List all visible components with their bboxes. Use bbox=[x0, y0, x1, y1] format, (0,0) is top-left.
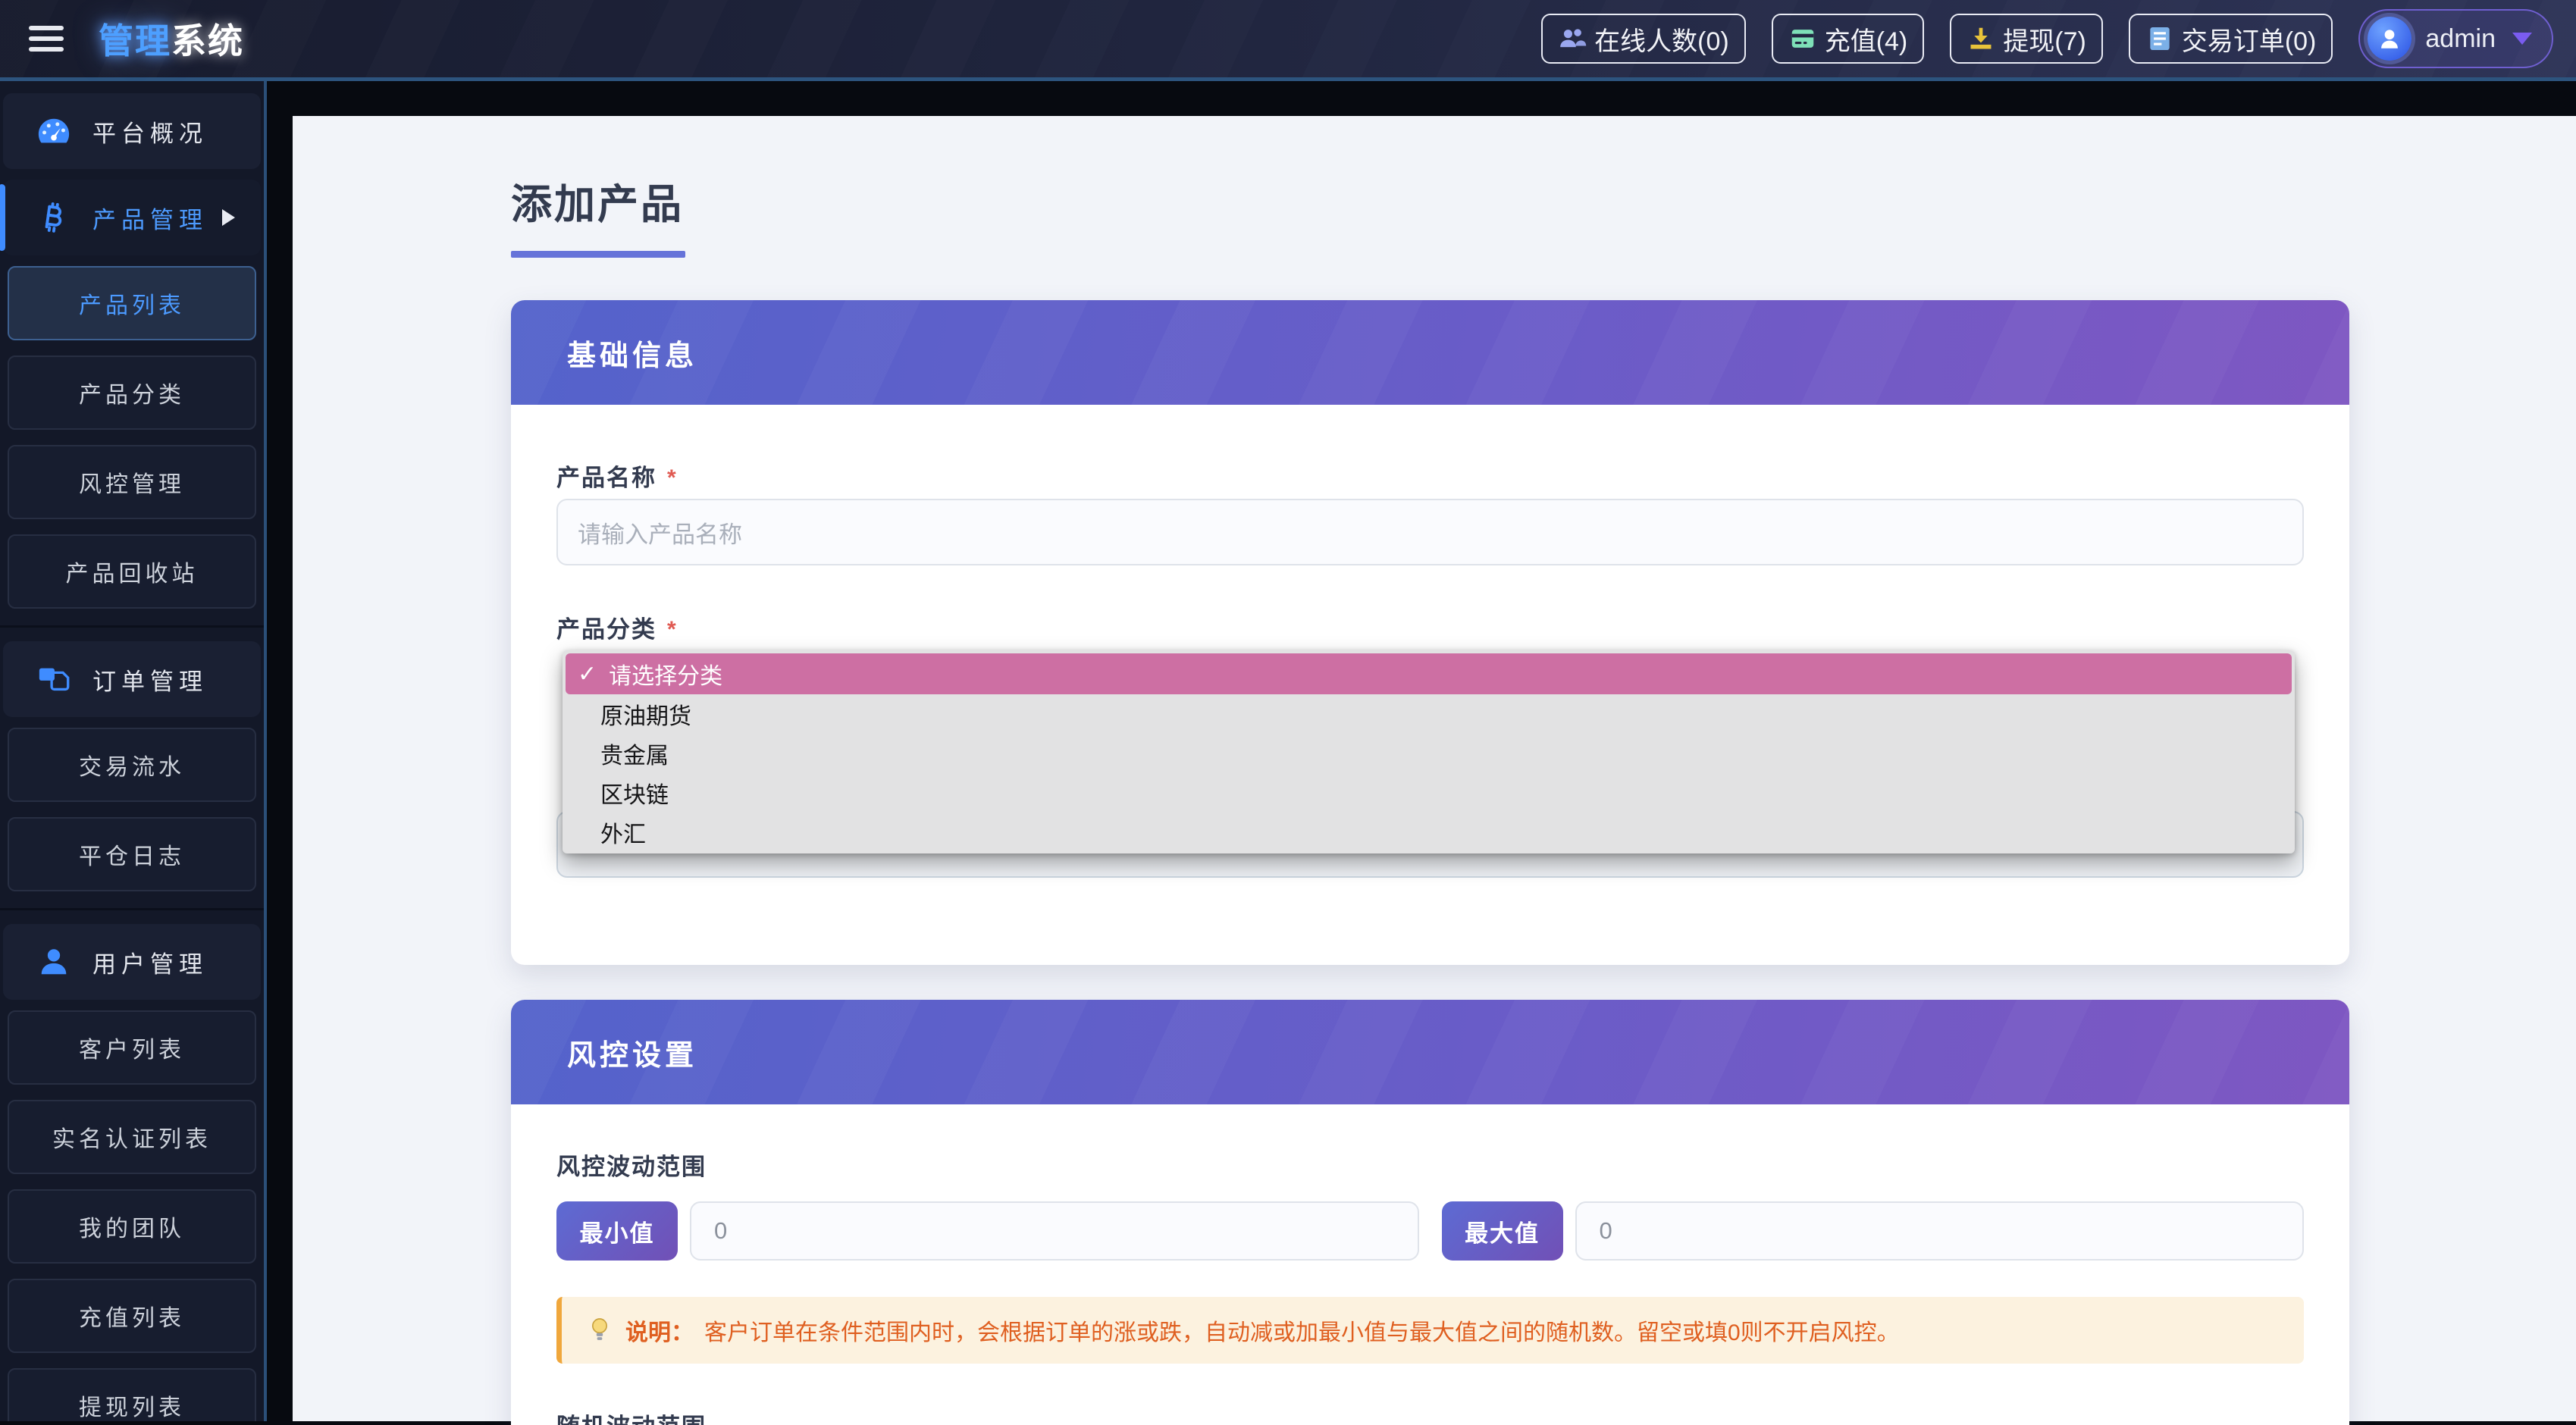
risk-range-label: 风控波动范围 bbox=[556, 1153, 2304, 1182]
chevron-right-icon bbox=[222, 209, 235, 226]
min-value-input[interactable]: 0 bbox=[690, 1201, 1419, 1261]
trade-orders-button[interactable]: 交易订单(0) bbox=[2129, 14, 2333, 64]
bitcoin-icon bbox=[36, 200, 71, 235]
online-users-button[interactable]: 在线人数(0) bbox=[1541, 14, 1746, 64]
content-panel: 添加产品 基础信息 产品名称 * 请输入产品名称 产品分类 * bbox=[293, 116, 2576, 1421]
note-prefix: 说明： bbox=[625, 1314, 694, 1347]
category-select-wrap: ✓ 请选择分类 原油期货 贵金属 区块链 外汇 bbox=[556, 650, 2304, 878]
risk-settings-card: 风控设置 风控波动范围 最小值 0 最大值 0 bbox=[511, 1000, 2349, 1425]
lightbulb-icon bbox=[584, 1315, 615, 1345]
recharge-button[interactable]: 充值(4) bbox=[1772, 14, 1925, 64]
check-icon: ✓ bbox=[578, 661, 597, 687]
min-value-button[interactable]: 最小值 bbox=[556, 1201, 678, 1261]
max-value-input[interactable]: 0 bbox=[1575, 1201, 2305, 1261]
sidebar-item-my-team[interactable]: 我的团队 bbox=[8, 1189, 256, 1264]
dashboard-icon bbox=[36, 114, 71, 149]
withdraw-label: 提现(7) bbox=[2003, 20, 2086, 58]
sidebar-item-label: 产品管理 bbox=[92, 201, 208, 235]
app-logo: 管理系统 bbox=[99, 14, 244, 64]
random-range-label: 随机波动范围 bbox=[556, 1408, 2304, 1425]
sidebar-item-trade-flow[interactable]: 交易流水 bbox=[8, 728, 256, 802]
sidebar-item-product-category[interactable]: 产品分类 bbox=[8, 355, 256, 430]
page-title: 添加产品 bbox=[511, 183, 2576, 227]
sidebar-item-label: 用户管理 bbox=[92, 945, 208, 979]
product-name-input[interactable]: 请输入产品名称 bbox=[556, 499, 2304, 565]
max-value-button[interactable]: 最大值 bbox=[1442, 1201, 1563, 1261]
sidebar-item-product-recycle[interactable]: 产品回收站 bbox=[8, 534, 256, 609]
avatar bbox=[2368, 17, 2411, 61]
sidebar-item-close-log[interactable]: 平仓日志 bbox=[8, 817, 256, 891]
sidebar-item-label: 订单管理 bbox=[92, 662, 208, 697]
required-asterisk: * bbox=[667, 615, 678, 644]
basic-info-card: 基础信息 产品名称 * 请输入产品名称 产品分类 * bbox=[511, 300, 2349, 965]
user-menu[interactable]: admin bbox=[2358, 9, 2553, 68]
users-icon bbox=[1558, 24, 1587, 53]
withdraw-button[interactable]: 提现(7) bbox=[1950, 14, 2103, 64]
online-users-label: 在线人数(0) bbox=[1594, 20, 1729, 58]
dropdown-option-selected[interactable]: ✓ 请选择分类 bbox=[566, 653, 2292, 694]
sidebar-item-order-management[interactable]: 订单管理 bbox=[3, 641, 261, 717]
sidebar-nav: 平台概况 产品管理 产品列表 产品分类 风控管理 产品回收站 订单管理 交易流水… bbox=[0, 81, 267, 1421]
user-icon bbox=[36, 944, 71, 979]
category-dropdown: ✓ 请选择分类 原油期货 贵金属 区块链 外汇 bbox=[563, 650, 2295, 853]
sidebar-item-withdraw-list[interactable]: 提现列表 bbox=[8, 1368, 256, 1421]
chevron-down-icon bbox=[2512, 33, 2532, 45]
logo-secondary: 系统 bbox=[171, 21, 244, 61]
sidebar-item-customer-list[interactable]: 客户列表 bbox=[8, 1010, 256, 1085]
dropdown-option[interactable]: 外汇 bbox=[566, 813, 2292, 852]
required-asterisk: * bbox=[667, 464, 678, 493]
sidebar-item-product-list[interactable]: 产品列表 bbox=[8, 266, 256, 340]
product-name-label: 产品名称 * bbox=[556, 464, 2304, 493]
divider bbox=[0, 625, 264, 628]
person-icon bbox=[2376, 25, 2403, 52]
trade-orders-label: 交易订单(0) bbox=[2182, 20, 2317, 58]
title-underline bbox=[511, 251, 685, 258]
risk-settings-card-header: 风控设置 bbox=[511, 1000, 2349, 1104]
basic-info-card-header: 基础信息 bbox=[511, 300, 2349, 405]
max-value-placeholder: 0 bbox=[1600, 1217, 1612, 1245]
top-header: 管理系统 在线人数(0) 充值(4) 提现(7) 交易订单(0) admin bbox=[0, 0, 2576, 81]
risk-note: 说明： 客户订单在条件范围内时，会根据订单的涨或跌，自动减或加最小值与最大值之间… bbox=[556, 1297, 2304, 1364]
menu-toggle-icon[interactable] bbox=[29, 26, 64, 52]
sidebar-item-recharge-list[interactable]: 充值列表 bbox=[8, 1279, 256, 1353]
dropdown-option[interactable]: 区块链 bbox=[566, 773, 2292, 813]
product-name-placeholder: 请输入产品名称 bbox=[578, 515, 742, 550]
sidebar-item-platform-overview[interactable]: 平台概况 bbox=[3, 93, 261, 169]
sidebar-item-product-management[interactable]: 产品管理 bbox=[3, 180, 261, 255]
recharge-card-icon bbox=[1788, 24, 1817, 53]
documents-icon bbox=[36, 662, 71, 697]
logo-primary: 管理 bbox=[99, 21, 171, 61]
sidebar-item-risk-management[interactable]: 风控管理 bbox=[8, 445, 256, 519]
username: admin bbox=[2425, 24, 2496, 54]
sidebar-item-user-management[interactable]: 用户管理 bbox=[3, 924, 261, 1000]
withdraw-icon bbox=[1966, 24, 1995, 53]
divider bbox=[0, 908, 264, 910]
sidebar-item-kyc-list[interactable]: 实名认证列表 bbox=[8, 1100, 256, 1174]
dropdown-option[interactable]: 贵金属 bbox=[566, 734, 2292, 773]
min-value-placeholder: 0 bbox=[714, 1217, 727, 1245]
recharge-label: 充值(4) bbox=[1825, 20, 1908, 58]
note-text: 客户订单在条件范围内时，会根据订单的涨或跌，自动减或加最小值与最大值之间的随机数… bbox=[704, 1314, 1900, 1347]
order-list-icon bbox=[2145, 24, 2174, 53]
risk-range-row: 最小值 0 最大值 0 bbox=[556, 1201, 2304, 1261]
product-category-label: 产品分类 * bbox=[556, 615, 2304, 644]
dropdown-option[interactable]: 原油期货 bbox=[566, 694, 2292, 734]
sidebar-item-label: 平台概况 bbox=[92, 114, 208, 149]
main-area: 添加产品 基础信息 产品名称 * 请输入产品名称 产品分类 * bbox=[267, 81, 2576, 1421]
